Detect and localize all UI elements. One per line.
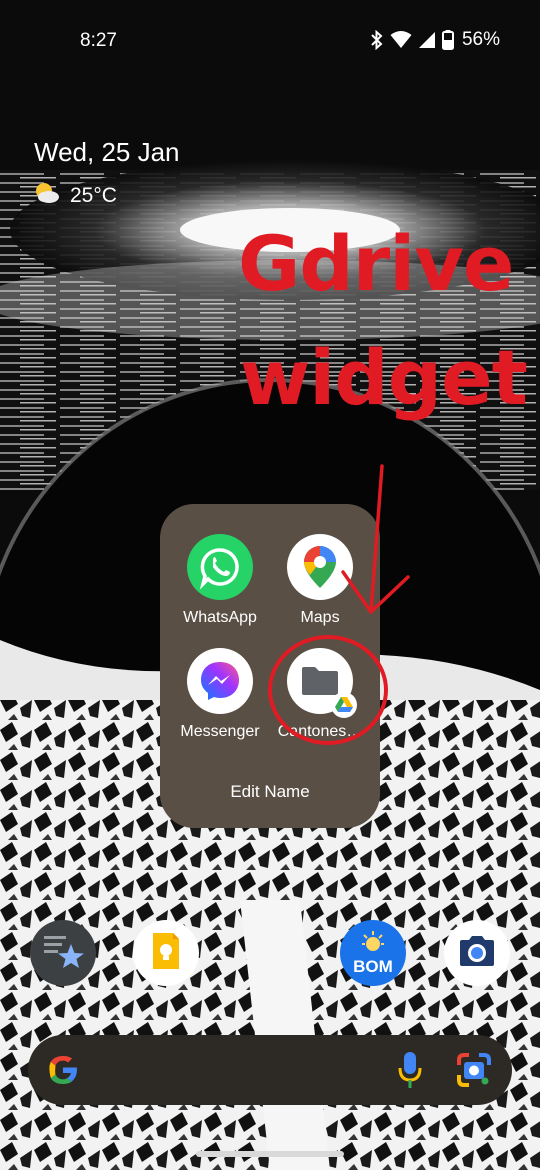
bluetooth-icon xyxy=(370,30,384,50)
annotation-text-line2: widget xyxy=(240,333,528,422)
messenger-icon xyxy=(187,648,253,714)
folder-name[interactable]: Edit Name xyxy=(160,782,380,802)
annotation-text-line1: Gdrive xyxy=(238,219,514,308)
lightbulb-icon xyxy=(151,931,181,976)
app-whatsapp[interactable]: WhatsApp xyxy=(165,534,275,627)
battery-icon xyxy=(441,30,454,50)
cell-signal-icon xyxy=(418,31,436,49)
whatsapp-icon xyxy=(187,534,253,600)
maps-icon xyxy=(287,534,353,600)
dock-starred-app[interactable] xyxy=(30,920,96,986)
bom-label: BOM xyxy=(353,956,393,976)
app-label: Messenger xyxy=(180,723,260,740)
dock-bom-weather[interactable]: BOM xyxy=(340,920,406,986)
sun-icon xyxy=(359,930,387,959)
temperature: 25°C xyxy=(70,183,117,207)
app-folder-popup: WhatsApp Maps Messenger Cantones… Edit N… xyxy=(160,504,380,828)
status-time: 8:27 xyxy=(80,30,117,51)
app-label: WhatsApp xyxy=(183,609,257,626)
lens-icon[interactable] xyxy=(456,1052,492,1093)
google-drive-badge-icon xyxy=(331,692,357,718)
mic-icon[interactable] xyxy=(398,1050,422,1095)
drive-folder-shortcut-icon xyxy=(287,648,357,718)
partly-cloudy-icon xyxy=(34,182,60,209)
app-label: Cantones… xyxy=(277,723,363,740)
app-drive-folder-shortcut[interactable]: Cantones… xyxy=(265,648,375,741)
status-bar: 8:27 56% xyxy=(0,0,540,84)
glance-date[interactable]: Wed, 25 Jan xyxy=(34,137,180,168)
battery-percent: 56% xyxy=(461,29,500,50)
dock-camera[interactable] xyxy=(444,920,510,986)
wifi-icon xyxy=(390,31,412,49)
glance-weather[interactable]: 25°C xyxy=(34,182,117,209)
app-messenger[interactable]: Messenger xyxy=(165,648,275,741)
gesture-nav-handle[interactable] xyxy=(196,1151,344,1157)
camera-icon xyxy=(456,934,498,973)
app-label: Maps xyxy=(300,609,340,626)
star-doc-icon xyxy=(40,928,86,979)
status-icons: 56% xyxy=(370,29,500,51)
google-g-icon[interactable] xyxy=(46,1053,80,1092)
dock-keep-notes[interactable] xyxy=(133,920,199,986)
google-search-bar[interactable] xyxy=(28,1035,512,1105)
app-maps[interactable]: Maps xyxy=(265,534,375,627)
